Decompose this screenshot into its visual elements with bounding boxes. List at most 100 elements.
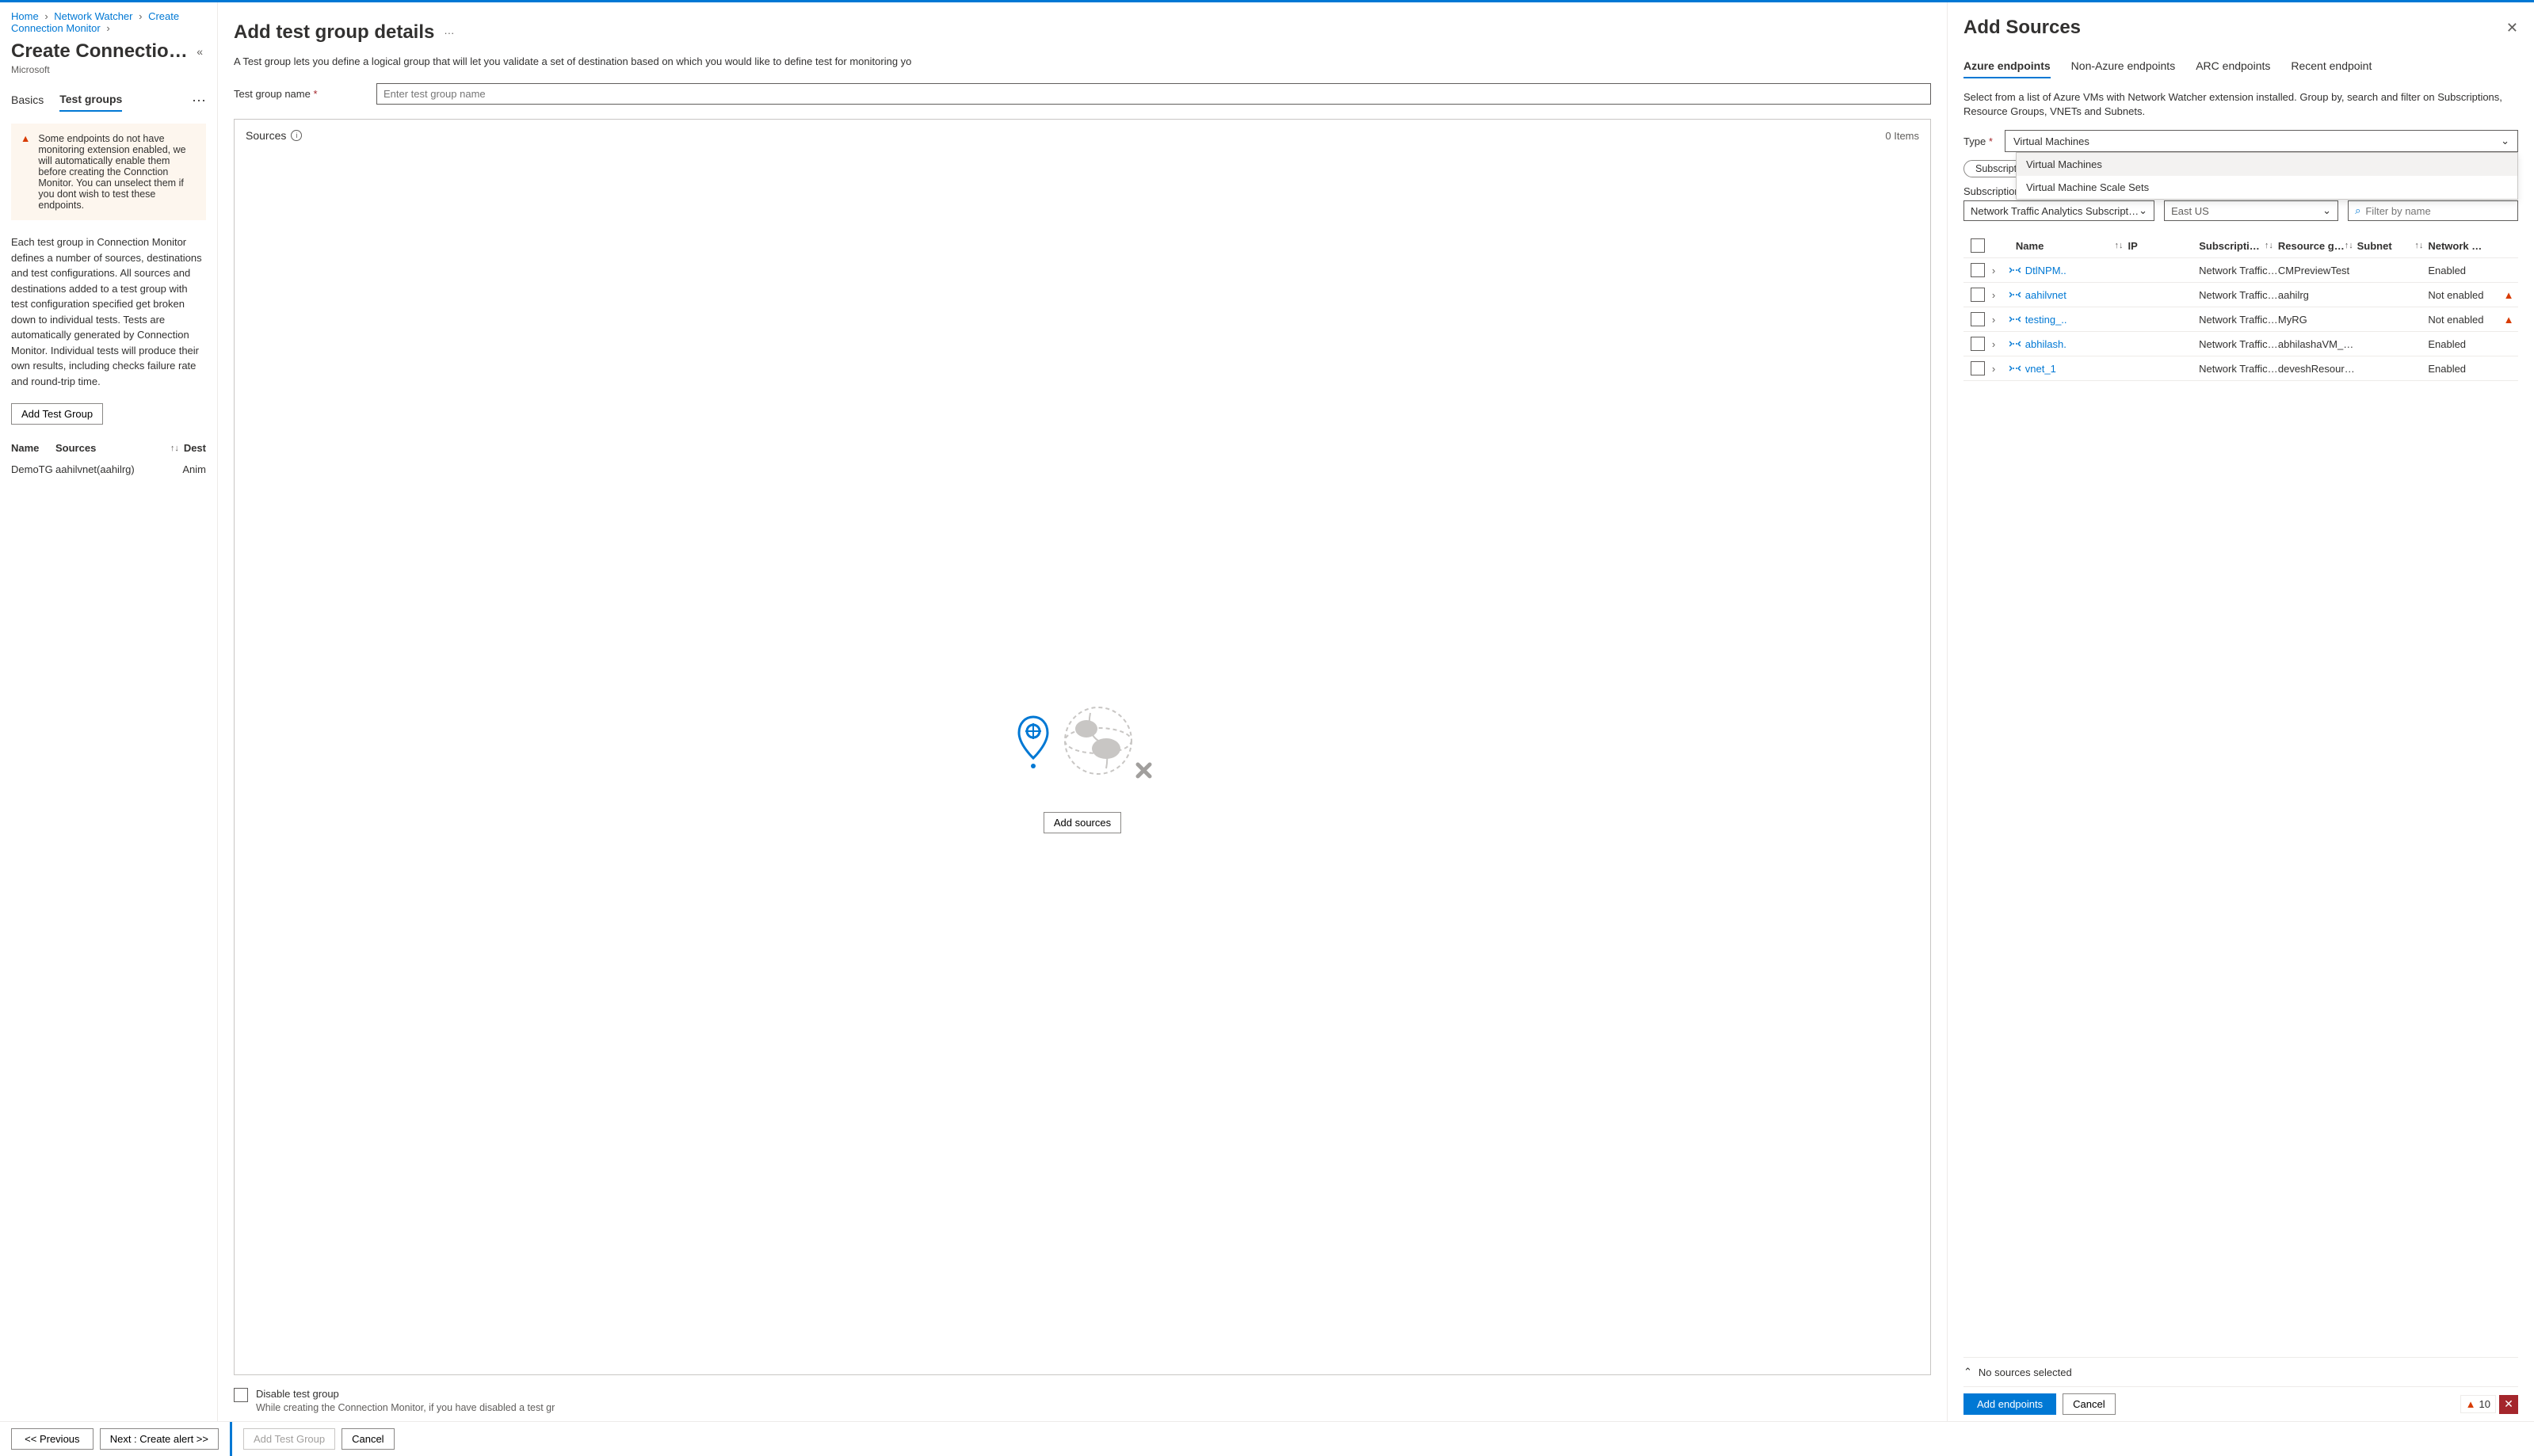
endpoint-name-link[interactable]: vnet_1 (2025, 363, 2128, 375)
sources-count: 0 Items (1885, 130, 1919, 142)
add-sources-panel: Add Sources ✕ Azure endpoints Non-Azure … (1948, 2, 2534, 1421)
chevron-down-icon: ⌄ (2139, 204, 2147, 217)
description-text: Each test group in Connection Monitor de… (11, 234, 206, 389)
empty-state-illustration (995, 693, 1170, 788)
table-row[interactable]: ›aahilvnetNetwork Traffic…aahilrgNot ena… (1963, 283, 2518, 307)
tab-azure-endpoints[interactable]: Azure endpoints (1963, 55, 2051, 78)
vnet-icon (2009, 363, 2021, 375)
warning-icon: ▲ (2499, 314, 2518, 326)
breadcrumb-network-watcher[interactable]: Network Watcher (54, 10, 132, 22)
warning-icon: ▲ (21, 133, 30, 211)
type-label: Type * (1963, 135, 1995, 147)
row-checkbox[interactable] (1971, 288, 1985, 302)
col-name[interactable]: Name↑↓ (1992, 240, 2128, 252)
disable-test-group-checkbox[interactable] (234, 1388, 248, 1402)
expand-icon[interactable]: › (1992, 265, 2009, 276)
row-checkbox[interactable] (1971, 263, 1985, 277)
collapse-left-icon[interactable]: « (193, 42, 206, 61)
warning-banner: ▲ Some endpoints do not have monitoring … (11, 124, 206, 220)
row-checkbox[interactable] (1971, 312, 1985, 326)
col-subscription[interactable]: Subscripti…↑↓ (2199, 240, 2278, 252)
table-row[interactable]: ›abhilash.Network Traffic…abhilashaVM_g…… (1963, 332, 2518, 356)
vnet-icon (2009, 314, 2021, 326)
error-badge[interactable]: ✕ (2499, 1395, 2518, 1414)
page-title: Create Connection… (11, 40, 193, 63)
subscription-select[interactable]: Network Traffic Analytics Subscript…⌄ (1963, 200, 2154, 221)
table-row[interactable]: DemoTG aahilvnet(aahilrg) Anim (11, 459, 206, 480)
endpoint-name-link[interactable]: aahilvnet (2025, 289, 2128, 301)
test-group-name-input[interactable] (376, 83, 1931, 105)
expand-icon[interactable]: › (1992, 363, 2009, 375)
info-icon[interactable]: i (291, 130, 302, 141)
select-all-checkbox[interactable] (1971, 238, 1985, 253)
disable-hint: While creating the Connection Monitor, i… (256, 1402, 555, 1413)
disable-label: Disable test group (256, 1388, 555, 1400)
tab-test-groups[interactable]: Test groups (59, 88, 122, 112)
col-ip[interactable]: IP (2128, 240, 2199, 252)
tab-arc-endpoints[interactable]: ARC endpoints (2196, 55, 2270, 78)
table-row[interactable]: ›vnet_1Network Traffic…deveshResourc…Ena… (1963, 356, 2518, 381)
more-menu-icon[interactable]: ··· (444, 27, 454, 39)
type-option-vm[interactable]: Virtual Machines (2017, 153, 2517, 176)
search-icon: ⌕ (2355, 204, 2360, 217)
sources-selected-bar[interactable]: ⌃ No sources selected (1963, 1357, 2518, 1386)
more-menu-icon[interactable]: ··· (192, 92, 206, 109)
endpoints-grid: Name↑↓ IP Subscripti…↑↓ Resource g…↑↓ Su… (1963, 234, 2518, 1357)
test-group-description: A Test group lets you define a logical g… (234, 55, 1931, 69)
vnet-icon (2009, 265, 2021, 276)
region-select[interactable]: East US⌄ (2164, 200, 2338, 221)
middle-panel: Add test group details ··· A Test group … (218, 2, 1948, 1421)
cancel-footer-button[interactable]: Cancel (342, 1428, 394, 1450)
col-subnet[interactable]: Subnet↑↓ (2357, 240, 2429, 252)
expand-icon[interactable]: › (1992, 289, 2009, 301)
row-checkbox[interactable] (1971, 337, 1985, 351)
add-test-group-title: Add test group details (234, 21, 434, 44)
col-sources[interactable]: Sources↑↓ (55, 442, 184, 454)
tab-description: Select from a list of Azure VMs with Net… (1963, 90, 2518, 119)
table-row[interactable]: ›DtlNPM..Network Traffic…CMPreviewTestEn… (1963, 258, 2518, 283)
col-resource-group[interactable]: Resource g…↑↓ (2278, 240, 2357, 252)
type-dropdown-options: Virtual Machines Virtual Machine Scale S… (2016, 152, 2518, 200)
add-endpoints-button[interactable]: Add endpoints (1963, 1393, 2056, 1415)
footer-bar: << Previous Next : Create alert >> Add T… (0, 1421, 2534, 1456)
cancel-button[interactable]: Cancel (2063, 1393, 2115, 1415)
warning-icon: ▲ (2499, 289, 2518, 301)
expand-icon[interactable]: › (1992, 338, 2009, 350)
chevron-down-icon: ⌄ (2501, 135, 2509, 147)
expand-icon[interactable]: › (1992, 314, 2009, 326)
close-icon[interactable]: ✕ (2506, 20, 2518, 36)
table-row[interactable]: ›testing_..Network Traffic…MyRGNot enabl… (1963, 307, 2518, 332)
endpoint-name-link[interactable]: DtlNPM.. (2025, 265, 2128, 276)
col-dest[interactable]: Dest (184, 442, 206, 454)
add-test-group-footer-button[interactable]: Add Test Group (243, 1428, 335, 1450)
col-network[interactable]: Network … (2428, 240, 2499, 252)
breadcrumb-home[interactable]: Home (11, 10, 39, 22)
filter-search[interactable]: ⌕ (2348, 200, 2518, 221)
warning-badge[interactable]: ▲10 (2460, 1395, 2496, 1413)
warning-icon: ▲ (2466, 1398, 2476, 1410)
test-groups-table: Name Sources↑↓ Dest DemoTG aahilvnet(aah… (11, 437, 206, 491)
previous-button[interactable]: << Previous (11, 1428, 93, 1450)
sources-box: Sources i 0 Items (234, 119, 1931, 1375)
add-test-group-button[interactable]: Add Test Group (11, 403, 103, 425)
sources-label: Sources (246, 129, 286, 142)
row-checkbox[interactable] (1971, 361, 1985, 375)
chevron-up-icon: ⌃ (1963, 1366, 1972, 1378)
col-name[interactable]: Name (11, 442, 55, 454)
page-subtitle: Microsoft (0, 63, 217, 83)
next-button[interactable]: Next : Create alert >> (100, 1428, 219, 1450)
endpoint-name-link[interactable]: testing_.. (2025, 314, 2128, 326)
endpoint-name-link[interactable]: abhilash. (2025, 338, 2128, 350)
filter-input[interactable] (2365, 205, 2511, 217)
test-group-name-label: Test group name * (234, 88, 376, 100)
type-dropdown[interactable]: Virtual Machines ⌄ (2005, 130, 2518, 152)
tab-recent-endpoint[interactable]: Recent endpoint (2291, 55, 2372, 78)
vnet-icon (2009, 338, 2021, 350)
tab-non-azure-endpoints[interactable]: Non-Azure endpoints (2071, 55, 2176, 78)
add-sources-button[interactable]: Add sources (1044, 812, 1121, 833)
horizontal-scrollbar[interactable] (11, 480, 206, 491)
tab-basics[interactable]: Basics (11, 89, 44, 111)
type-option-vmss[interactable]: Virtual Machine Scale Sets (2017, 176, 2517, 199)
sort-icon[interactable]: ↑↓ (170, 444, 179, 453)
chevron-down-icon: ⌄ (2322, 204, 2331, 217)
